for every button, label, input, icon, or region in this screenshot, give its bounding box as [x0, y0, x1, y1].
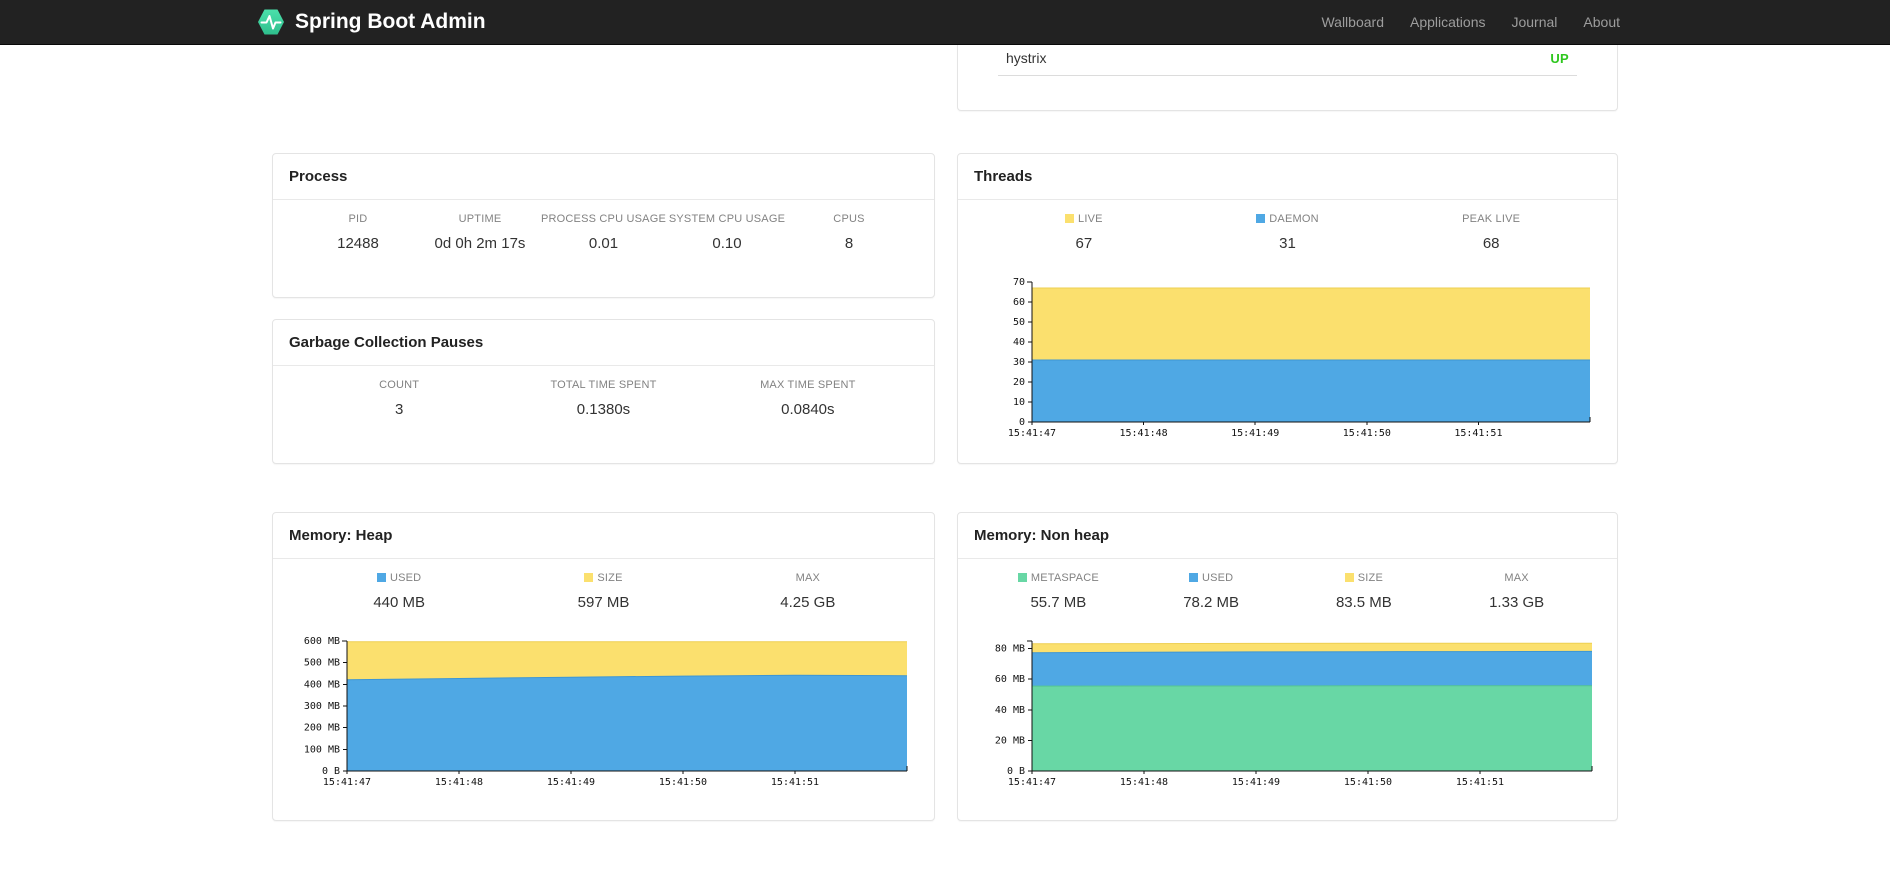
navbar-container: Spring Boot Admin Wallboard Applications…	[257, 0, 1633, 44]
threads-panel: Threads LIVE 67 DAEMON 31 PEAK LIVE 68 7…	[957, 153, 1618, 464]
heap-size-swatch	[584, 573, 594, 582]
memory-heap-panel: Memory: Heap USED 440 MB SIZE 597 MB MAX…	[272, 512, 935, 821]
svg-text:200 MB: 200 MB	[304, 723, 340, 734]
metric-pid: PID 12488	[337, 213, 379, 252]
heap-used-swatch	[376, 573, 386, 582]
threads-chart: 70 60 50 40 30 20 10 015:41:47 15:41:48 15:41:49 1…	[1008, 277, 1591, 439]
threads-legend: LIVE 67 DAEMON 31 PEAK LIVE 68	[958, 200, 1617, 252]
gc-panel-title: Garbage Collection Pauses	[273, 320, 934, 366]
memory-nonheap-title: Memory: Non heap	[958, 513, 1617, 559]
svg-text:15:41:50: 15:41:50	[1343, 428, 1391, 439]
live-swatch	[1065, 214, 1074, 223]
daemon-swatch	[1256, 214, 1266, 223]
gc-panel: Garbage Collection Pauses COUNT 3 TOTAL …	[272, 319, 935, 464]
row1-left-spacer	[272, 45, 935, 111]
svg-text:15:41:49: 15:41:49	[1231, 428, 1279, 439]
metric-gc-total-time: TOTAL TIME SPENT 0.1380s	[550, 379, 657, 418]
svg-text:60 MB: 60 MB	[995, 674, 1025, 685]
legend-daemon: DAEMON 31	[1186, 213, 1390, 252]
svg-text:300 MB: 300 MB	[304, 701, 340, 712]
svg-text:15:41:51: 15:41:51	[1456, 777, 1504, 788]
legend-peak-live: PEAK LIVE 68	[1462, 213, 1521, 252]
svg-text:400 MB: 400 MB	[304, 679, 340, 690]
svg-text:20 MB: 20 MB	[995, 735, 1025, 746]
svg-text:100 MB: 100 MB	[304, 744, 340, 755]
svg-text:15:41:48: 15:41:48	[1120, 428, 1168, 439]
svg-text:15:41:47: 15:41:47	[1008, 428, 1056, 439]
metric-cpus: CPUS 8	[833, 213, 865, 252]
svg-text:70: 70	[1013, 277, 1025, 288]
memory-heap-chart: 600 MB500 MB400 MB300 MB200 MB100 MB0 B1…	[304, 636, 908, 788]
svg-text:15:41:48: 15:41:48	[1120, 777, 1168, 788]
nonheap-used-swatch	[1188, 573, 1198, 582]
legend-heap-used: USED 440 MB	[373, 572, 426, 611]
row2-left-column: Process PID 12488 UPTIME 0d 0h 2m 17s PR…	[272, 153, 935, 464]
svg-text:15:41:51: 15:41:51	[1454, 428, 1502, 439]
svg-text:15:41:51: 15:41:51	[771, 777, 819, 788]
svg-text:15:41:47: 15:41:47	[1008, 777, 1056, 788]
svg-text:15:41:49: 15:41:49	[547, 777, 595, 788]
status-badge: UP	[1550, 50, 1569, 66]
nonheap-size-swatch	[1344, 573, 1354, 582]
navbar-links: Wallboard Applications Journal About	[1308, 0, 1633, 44]
nav-link-applications[interactable]: Applications	[1397, 0, 1499, 44]
application-row: hystrix UP	[998, 45, 1577, 76]
top-navbar: Spring Boot Admin Wallboard Applications…	[0, 0, 1890, 45]
svg-text:500 MB: 500 MB	[304, 658, 340, 669]
svg-text:15:41:48: 15:41:48	[435, 777, 483, 788]
memory-nonheap-chart: 80 MB 60 MB 40 MB 20 MB 0 B15:41:47 15:41:48 1…	[995, 640, 1593, 788]
svg-text:40: 40	[1013, 337, 1025, 348]
metric-gc-max-time: MAX TIME SPENT 0.0840s	[760, 379, 856, 418]
svg-text:600 MB: 600 MB	[304, 636, 340, 647]
threads-chart-wrap: 70 60 50 40 30 20 10 0 15:41:47 15:41:48 15:41:49 1…	[974, 276, 1617, 444]
application-name-link[interactable]: hystrix	[1006, 50, 1046, 66]
memory-nonheap-legend: METASPACE 55.7 MB USED 78.2 MB SIZE 83.5…	[958, 559, 1617, 611]
metric-uptime: UPTIME 0d 0h 2m 17s	[434, 213, 526, 252]
brand-title: Spring Boot Admin	[295, 10, 486, 33]
svg-text:15:41:50: 15:41:50	[1344, 777, 1392, 788]
svg-text:80 MB: 80 MB	[995, 644, 1025, 655]
applications-panel: hystrix UP	[957, 45, 1618, 111]
svg-text:15:41:47: 15:41:47	[323, 777, 371, 788]
memory-nonheap-panel: Memory: Non heap METASPACE 55.7 MB USED …	[957, 512, 1618, 821]
memory-nonheap-chart-wrap: 80 MB 60 MB 40 MB 20 MB 0 B 15:41:47 15:41:48 1…	[974, 635, 1617, 793]
nav-link-journal[interactable]: Journal	[1498, 0, 1570, 44]
legend-live: LIVE 67	[982, 213, 1186, 252]
memory-heap-legend: USED 440 MB SIZE 597 MB MAX 4.25 GB	[273, 559, 934, 611]
legend-heap-max: MAX 4.25 GB	[780, 572, 836, 611]
svg-text:60: 60	[1013, 297, 1025, 308]
process-panel-title: Process	[273, 154, 934, 200]
metric-system-cpu: SYSTEM CPU USAGE 0.10	[668, 213, 786, 252]
svg-text:15:41:49: 15:41:49	[1232, 777, 1280, 788]
legend-nonheap-size: SIZE 83.5 MB	[1335, 572, 1392, 611]
svg-text:20: 20	[1013, 377, 1025, 388]
brand-link[interactable]: Spring Boot Admin	[257, 8, 486, 36]
nav-link-about[interactable]: About	[1570, 0, 1633, 44]
gc-metrics: COUNT 3 TOTAL TIME SPENT 0.1380s MAX TIM…	[273, 366, 934, 418]
svg-text:10: 10	[1013, 397, 1025, 408]
metric-gc-count: COUNT 3	[379, 379, 420, 418]
main-content: hystrix UP Process PID 12488 UPTIME 0d 0…	[272, 45, 1618, 821]
metric-process-cpu: PROCESS CPU USAGE 0.01	[540, 213, 667, 252]
process-panel: Process PID 12488 UPTIME 0d 0h 2m 17s PR…	[272, 153, 935, 298]
threads-panel-title: Threads	[958, 154, 1617, 200]
svg-text:0 B: 0 B	[322, 766, 340, 777]
legend-metaspace: METASPACE 55.7 MB	[982, 572, 1135, 611]
legend-heap-size: SIZE 597 MB	[577, 572, 630, 611]
process-metrics: PID 12488 UPTIME 0d 0h 2m 17s PROCESS CP…	[273, 200, 934, 252]
svg-text:0: 0	[1019, 417, 1025, 428]
svg-text:30: 30	[1013, 357, 1025, 368]
nav-link-wallboard[interactable]: Wallboard	[1308, 0, 1397, 44]
spring-boot-admin-logo-icon	[258, 9, 284, 35]
svg-text:40 MB: 40 MB	[995, 705, 1025, 716]
metaspace-swatch	[1017, 573, 1027, 582]
legend-nonheap-max: MAX 1.33 GB	[1489, 572, 1545, 611]
svg-text:15:41:50: 15:41:50	[659, 777, 707, 788]
legend-nonheap-used: USED 78.2 MB	[1183, 572, 1240, 611]
memory-heap-title: Memory: Heap	[273, 513, 934, 559]
svg-text:50: 50	[1013, 317, 1025, 328]
memory-heap-chart-wrap: 600 MB 500 MB 400 MB 300 MB 200 MB 100 MB 0 B1…	[289, 635, 934, 793]
svg-text:0 B: 0 B	[1007, 766, 1025, 777]
